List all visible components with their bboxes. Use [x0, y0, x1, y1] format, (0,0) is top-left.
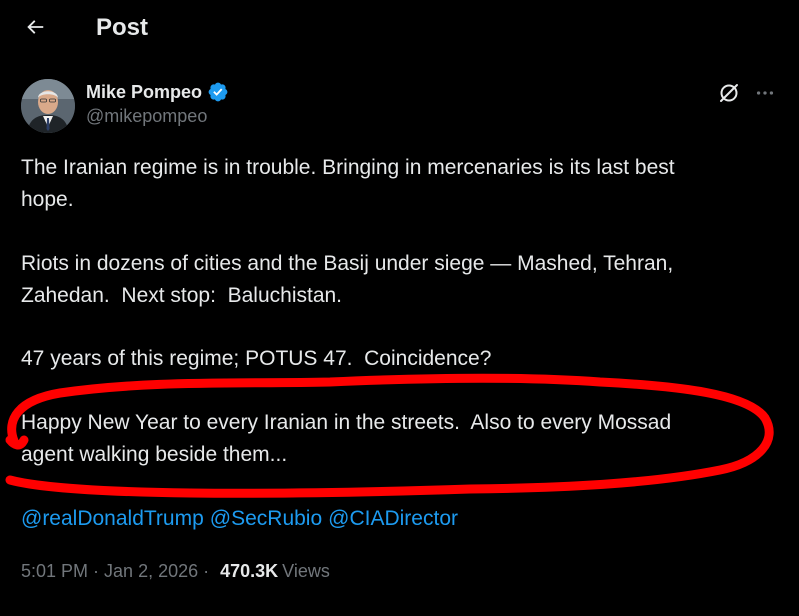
meta-separator: ·: [93, 561, 100, 581]
avatar[interactable]: [21, 79, 75, 133]
post-time[interactable]: 5:01 PM: [21, 558, 88, 584]
avatar-image: [21, 79, 75, 133]
mention-link[interactable]: @CIADirector: [328, 503, 458, 535]
back-button[interactable]: [18, 10, 52, 44]
views-count: 470.3K: [220, 561, 279, 581]
mentions-row: @realDonaldTrump @SecRubio @CIADirector: [21, 503, 458, 535]
post-header: Post: [0, 0, 799, 56]
post-paragraph: The Iranian regime is in trouble. Bringi…: [21, 156, 675, 211]
mention-link[interactable]: @realDonaldTrump: [21, 503, 204, 535]
post-paragraph: 47 years of this regime; POTUS 47. Coinc…: [21, 347, 492, 370]
views-label: Views: [282, 561, 330, 581]
page-title: Post: [96, 14, 149, 41]
author-name[interactable]: Mike Pompeo: [86, 82, 202, 103]
arrow-left-icon: [27, 20, 44, 34]
mention-link[interactable]: @SecRubio: [210, 503, 322, 535]
verified-badge-icon: [208, 82, 228, 102]
post-date[interactable]: Jan 2, 2026: [104, 558, 198, 584]
grok-icon: [720, 84, 738, 102]
meta-separator: ·: [203, 561, 210, 581]
post-paragraph-highlighted: Happy New Year to every Iranian in the s…: [21, 411, 672, 466]
author-handle[interactable]: @mikepompeo: [86, 106, 207, 127]
post-meta: 5:01 PM · Jan 2, 2026 · 470.3K Views: [21, 558, 330, 584]
grok-button[interactable]: [716, 80, 742, 106]
post-paragraph: Riots in dozens of cities and the Basij …: [21, 252, 674, 307]
author-name-row: Mike Pompeo: [86, 80, 229, 104]
more-horizontal-icon: [756, 91, 774, 95]
more-options-button[interactable]: [752, 80, 778, 106]
